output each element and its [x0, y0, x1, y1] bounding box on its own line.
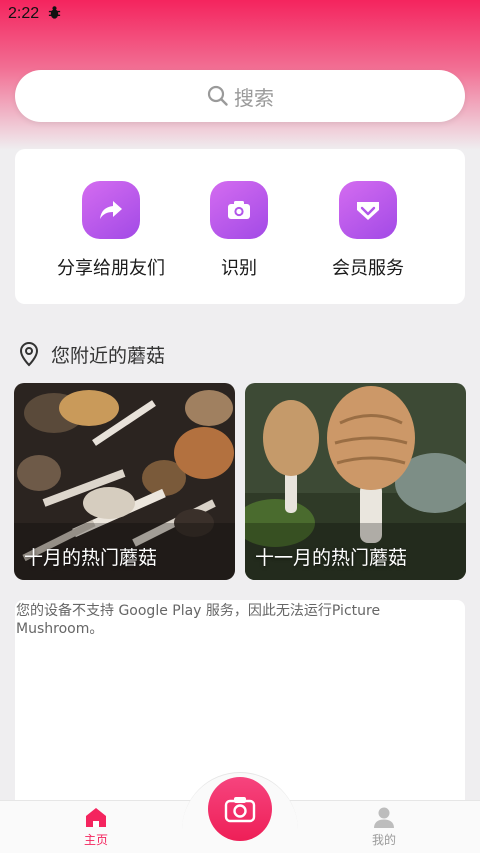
camera-icon	[210, 181, 268, 239]
diamond-icon	[339, 181, 397, 239]
user-icon	[374, 807, 394, 828]
identify-button[interactable]: 识别	[169, 181, 309, 280]
membership-button[interactable]: 会员服务	[298, 181, 438, 280]
google-play-notice: 您的设备不支持 Google Play 服务，因此无法运行Picture Mus…	[16, 603, 381, 637]
nav-mine[interactable]: 我的	[354, 806, 414, 848]
search-icon	[207, 85, 228, 106]
identify-label: 识别	[221, 258, 257, 279]
search-input[interactable]: 搜索	[15, 70, 465, 122]
location-pin-icon	[19, 341, 39, 367]
home-icon	[86, 808, 106, 827]
share-label: 分享给朋友们	[57, 258, 165, 279]
camera-icon	[224, 797, 256, 823]
bug-icon	[47, 5, 62, 24]
october-mushrooms-card[interactable]: 十月的热门蘑菇	[14, 383, 235, 580]
camera-button[interactable]	[208, 777, 272, 841]
status-time: 2:22	[8, 5, 40, 22]
status-bar: 2:22	[0, 0, 480, 28]
nav-home-label: 主页	[83, 833, 108, 847]
share-arrow-icon	[82, 181, 140, 239]
nearby-title-text: 您附近的蘑菇	[51, 344, 166, 367]
nearby-section-title: 您附近的蘑菇	[17, 340, 165, 368]
search-placeholder: 搜索	[234, 85, 274, 110]
nav-mine-label: 我的	[371, 833, 396, 847]
quick-actions-card: 分享给朋友们 识别 会员服务	[15, 149, 465, 304]
november-mushrooms-card[interactable]: 十一月的热门蘑菇	[245, 383, 466, 580]
november-caption: 十一月的热门蘑菇	[255, 547, 408, 569]
nav-home[interactable]: 主页	[66, 806, 126, 848]
share-button[interactable]: 分享给朋友们	[41, 181, 181, 280]
october-caption: 十月的热门蘑菇	[24, 547, 158, 569]
membership-label: 会员服务	[332, 258, 404, 279]
